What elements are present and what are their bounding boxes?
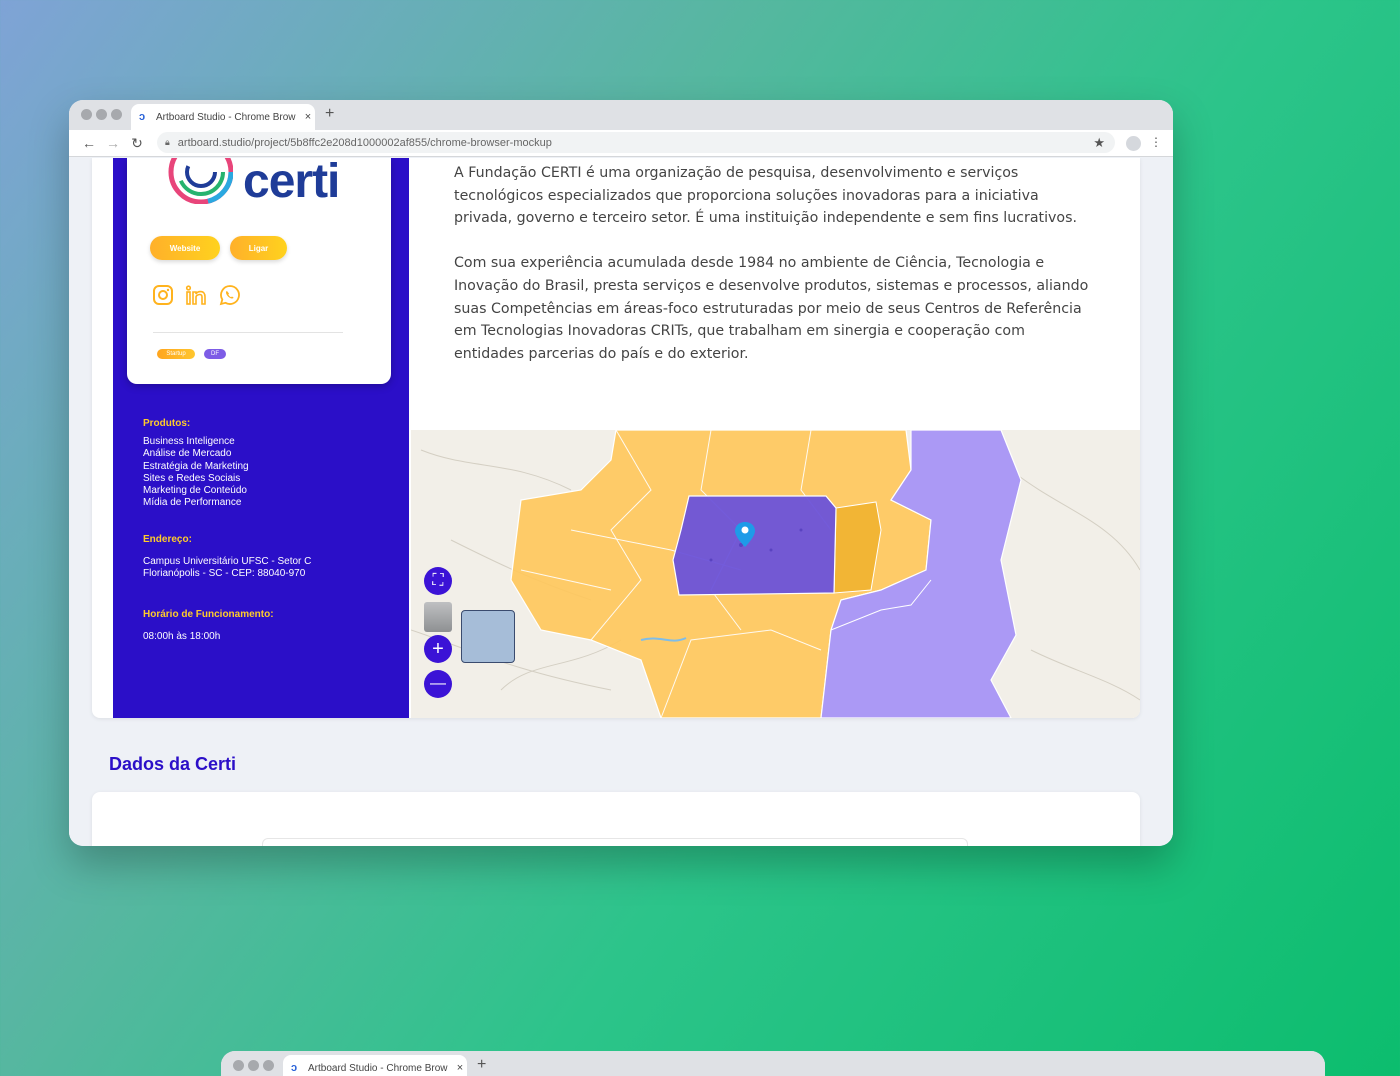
new-tab-icon[interactable]: + [325,105,334,123]
new-tab-icon[interactable]: + [477,1056,486,1074]
tab-title: Artboard Studio - Chrome Brow [156,111,296,123]
hours-heading: Horário de Funcionamento: [143,609,274,620]
zoom-in-button[interactable]: + [424,635,452,663]
url-text: artboard.studio/project/5b8ffc2e208d1000… [177,136,552,149]
map-canvas[interactable] [411,430,1140,718]
tag-startup: Startup [157,349,195,359]
window-minimize-dot[interactable] [96,109,107,120]
window-close-dot[interactable] [81,109,92,120]
tab-close-icon[interactable]: × [301,111,315,123]
back-arrow-icon[interactable]: ← [77,135,101,151]
product-item: Mídia de Performance [143,497,242,509]
star-icon[interactable]: ★ [1093,135,1105,151]
window-close-dot[interactable] [233,1060,244,1071]
artboard-favicon-icon: ↄ [139,111,146,123]
browser-window-secondary: ↄ Artboard Studio - Chrome Brow × + [221,1051,1325,1076]
call-button[interactable]: Ligar [230,236,287,260]
company-card: certi Website Ligar Startup DF Produtos:… [92,158,1140,718]
region-map[interactable]: ⛶ + — [411,430,1140,718]
products-heading: Produtos: [143,418,191,429]
instagram-icon[interactable] [152,284,174,306]
reload-icon[interactable]: ↻ [125,135,149,152]
product-item: Marketing de Conteúdo [143,485,247,497]
products-section: Produtos: Business Inteligence Análise d… [143,418,249,509]
hours-value: 08:00h às 18:00h [143,631,221,643]
address-line: Florianópolis - SC - CEP: 88040-970 [143,568,306,580]
map-region-selected [672,495,837,596]
browser-window: ↄ Artboard Studio - Chrome Brow × + ← → … [69,100,1173,846]
whatsapp-icon[interactable] [219,284,241,306]
description-paragraph: A Fundação CERTI é uma organização de pe… [454,165,1077,227]
description-paragraph: Com sua experiência acumulada desde 1984… [454,255,1089,362]
company-description: A Fundação CERTI é uma organização de pe… [454,162,1094,388]
lock-icon: 🔒︎ [165,137,170,147]
window-maximize-dot[interactable] [263,1060,274,1071]
browser-toolbar: ← → ↻ 🔒︎ artboard.studio/project/5b8ffc2… [69,130,1173,157]
product-item: Sites e Redes Sociais [143,472,241,484]
profile-card: certi Website Ligar Startup DF [127,158,391,384]
browser-tab[interactable]: ↄ Artboard Studio - Chrome Brow × [131,104,315,130]
tab-bar: ↄ Artboard Studio - Chrome Brow × + [69,100,1173,130]
logo-wordmark: certi [243,158,340,208]
window-minimize-dot[interactable] [248,1060,259,1071]
satellite-layer-thumbnail[interactable] [424,602,452,632]
data-card-inner [262,838,968,846]
product-item: Estratégia de Marketing [143,460,249,472]
artboard-favicon-icon: ↄ [291,1062,298,1074]
product-item: Análise de Mercado [143,448,232,460]
address-heading: Endereço: [143,534,192,545]
browser-tab-secondary[interactable]: ↄ Artboard Studio - Chrome Brow × [283,1055,467,1076]
forward-arrow-icon[interactable]: → [101,135,125,151]
tab-bar-secondary: ↄ Artboard Studio - Chrome Brow × + [221,1051,1325,1076]
window-maximize-dot[interactable] [111,109,122,120]
profile-icon[interactable] [1126,136,1141,151]
fullscreen-button[interactable]: ⛶ [424,567,452,595]
data-card [92,792,1140,846]
website-button[interactable]: Website [150,236,220,260]
address-bar[interactable]: 🔒︎ artboard.studio/project/5b8ffc2e208d1… [157,132,1115,153]
address-line: Campus Universitário UFSC - Setor C [143,556,312,568]
hours-section: Horário de Funcionamento: 08:00h às 18:0… [143,609,274,643]
page-viewport: certi Website Ligar Startup DF Produtos:… [69,158,1173,846]
section-title: Dados da Certi [109,754,237,774]
linkedin-icon[interactable] [185,284,207,306]
zoom-out-button[interactable]: — [424,670,452,698]
tab-close-icon[interactable]: × [453,1062,467,1074]
more-vert-icon[interactable]: ⋮ [1150,135,1162,149]
profile-divider [153,332,343,333]
certi-logo: certi [167,158,357,208]
product-item: Business Inteligence [143,436,235,448]
tag-region: DF [204,349,226,359]
tab-title: Artboard Studio - Chrome Brow [308,1062,448,1074]
certi-logo-mark-icon [168,158,233,204]
company-sidebar: certi Website Ligar Startup DF Produtos:… [113,158,409,718]
address-section: Endereço: Campus Universitário UFSC - Se… [143,534,311,581]
map-layer-thumbnail[interactable] [461,610,515,663]
